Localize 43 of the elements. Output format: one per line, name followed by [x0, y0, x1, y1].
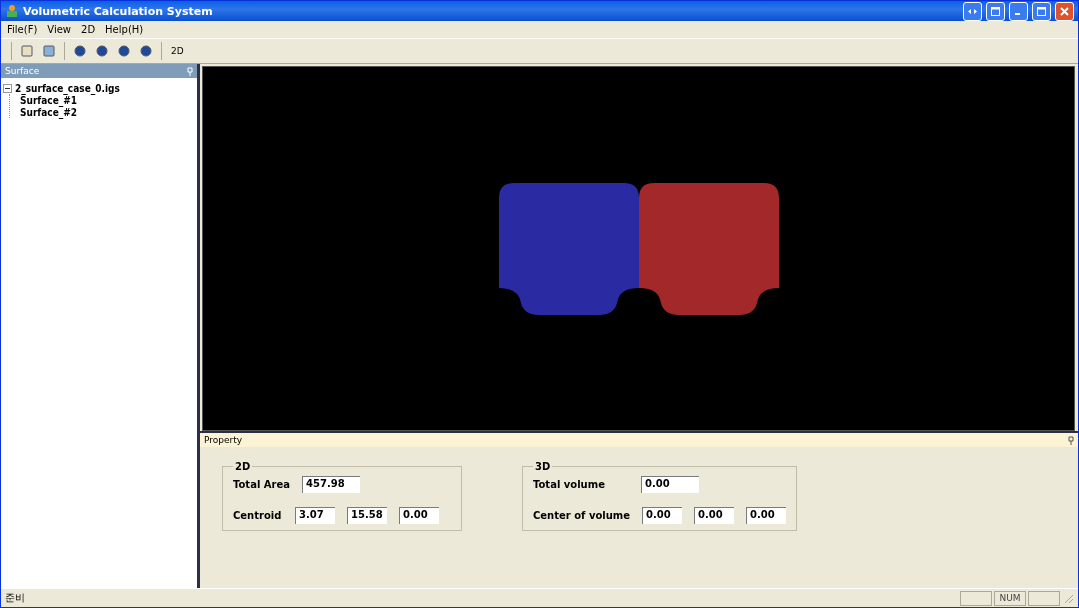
collapse-icon[interactable]: [3, 83, 12, 93]
close-button[interactable]: [1055, 1, 1074, 21]
status-pane: [1028, 590, 1060, 606]
minimize-button[interactable]: [1009, 1, 1028, 21]
status-pane: [960, 590, 992, 606]
status-indicator: NUM: [994, 590, 1026, 606]
field-label: Total Area: [233, 479, 290, 490]
field-label: Center of volume: [533, 510, 631, 521]
panel-title: Surface: [5, 66, 40, 76]
menu-item[interactable]: Help(H): [105, 24, 144, 35]
panel-title: Property: [204, 435, 243, 445]
group-title: 2D: [234, 461, 252, 472]
close-icon: [1060, 6, 1069, 16]
tree-item[interactable]: Surface_#1: [20, 94, 78, 106]
value-field[interactable]: 0.00: [642, 507, 683, 524]
value-field[interactable]: 457.98: [302, 476, 360, 493]
resize-grip-icon[interactable]: [1062, 592, 1074, 604]
app-icon: [5, 4, 19, 18]
tree-item[interactable]: 2_surface_case_0.igs: [15, 82, 120, 94]
menu-item[interactable]: File(F): [7, 24, 38, 35]
value-field[interactable]: 0.00: [746, 507, 787, 524]
value-field[interactable]: 0.00: [399, 507, 439, 524]
field-label: Total volume: [533, 479, 606, 490]
pin-icon[interactable]: [1068, 435, 1074, 445]
status-message: 준비: [5, 591, 26, 605]
field-label: Centroid: [233, 510, 283, 521]
value-field[interactable]: 15.58: [347, 507, 387, 524]
maximize-button[interactable]: [1032, 1, 1051, 21]
group-title: 3D: [534, 461, 552, 472]
value-field[interactable]: 0.00: [694, 507, 735, 524]
value-field[interactable]: 3.07: [295, 507, 335, 524]
maximize-icon: [1037, 6, 1046, 16]
menu-item[interactable]: 2D: [81, 24, 96, 35]
help-button[interactable]: [963, 1, 982, 21]
tree-item[interactable]: Surface_#2: [20, 106, 78, 118]
restore-button[interactable]: [986, 1, 1005, 21]
value-field[interactable]: 0.00: [641, 476, 699, 493]
toolbar-button[interactable]: 2D: [168, 42, 187, 60]
arrows-icon: [968, 6, 977, 16]
minimize-icon: [1014, 12, 1020, 15]
window-title: Volumetric Calculation System: [23, 4, 214, 18]
menu-item[interactable]: View: [47, 24, 72, 35]
window-icon: [991, 6, 1000, 16]
